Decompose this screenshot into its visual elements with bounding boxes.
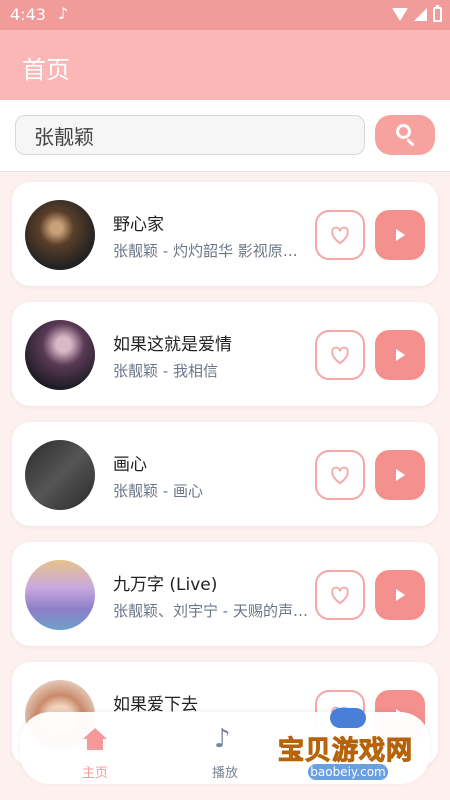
nav-label-home: 主页 [81,766,108,781]
play-button[interactable] [375,330,425,380]
album-cover [25,200,95,270]
album-cover [25,320,95,390]
search-icon [396,124,415,147]
favorite-button[interactable] [315,570,365,620]
play-icon [396,589,405,601]
song-subtitle: 张靓颖、刘宇宁 - 天赐的声音第二季 [113,602,308,620]
favorite-button[interactable] [315,450,365,500]
nav-item-play[interactable]: ♪ 播放 [190,722,260,781]
song-card[interactable]: 野心家 张靓颖 - 灼灼韶华 影视原声带 [12,182,438,286]
heart-icon [331,226,349,245]
play-button[interactable] [375,210,425,260]
album-cover [25,440,95,510]
search-area [0,100,450,172]
search-input[interactable] [15,115,365,155]
favorite-button[interactable] [315,210,365,260]
play-icon [396,229,405,241]
search-button[interactable] [375,115,435,155]
heart-icon [331,466,349,485]
album-cover [25,560,95,630]
nav-item-home[interactable]: 主页 [60,722,130,781]
wifi-icon [392,8,408,21]
watermark-url: baobeiy.com [308,764,388,780]
song-card[interactable]: 画心 张靓颖 - 画心 [12,422,438,526]
play-icon [396,349,405,361]
heart-icon [331,346,349,365]
song-subtitle: 张靓颖 - 画心 [113,482,203,500]
song-title: 画心 [113,455,147,475]
play-button[interactable] [375,570,425,620]
music-note-icon: ♪ [214,724,231,754]
play-button[interactable] [375,450,425,500]
song-title: 九万字 (Live) [113,575,218,595]
signal-icon [414,8,427,21]
song-subtitle: 张靓颖 - 我相信 [113,362,218,380]
status-time: 4:43 [10,5,46,24]
nav-label-play: 播放 [211,766,238,781]
favorite-button[interactable] [315,330,365,380]
play-icon [396,469,405,481]
song-title: 如果这就是爱情 [113,335,232,355]
home-icon [83,728,107,750]
song-card[interactable]: 九万字 (Live) 张靓颖、刘宇宁 - 天赐的声音第二季 [12,542,438,646]
status-icons [392,5,442,22]
status-bar: 4:43 ♪ [0,0,450,30]
heart-icon [331,586,349,605]
page-title: 首页 [22,56,70,84]
watermark: 宝贝游戏网 baobeiy.com [270,700,440,795]
gamepad-icon [330,708,366,728]
song-subtitle: 张靓颖 - 灼灼韶华 影视原声带 [113,242,308,260]
song-title: 野心家 [113,215,164,235]
song-card[interactable]: 如果这就是爱情 张靓颖 - 我相信 [12,302,438,406]
music-note-icon: ♪ [58,4,69,23]
battery-icon [433,5,442,22]
app-bar: 首页 [0,30,450,100]
watermark-text: 宝贝游戏网 [277,736,414,767]
